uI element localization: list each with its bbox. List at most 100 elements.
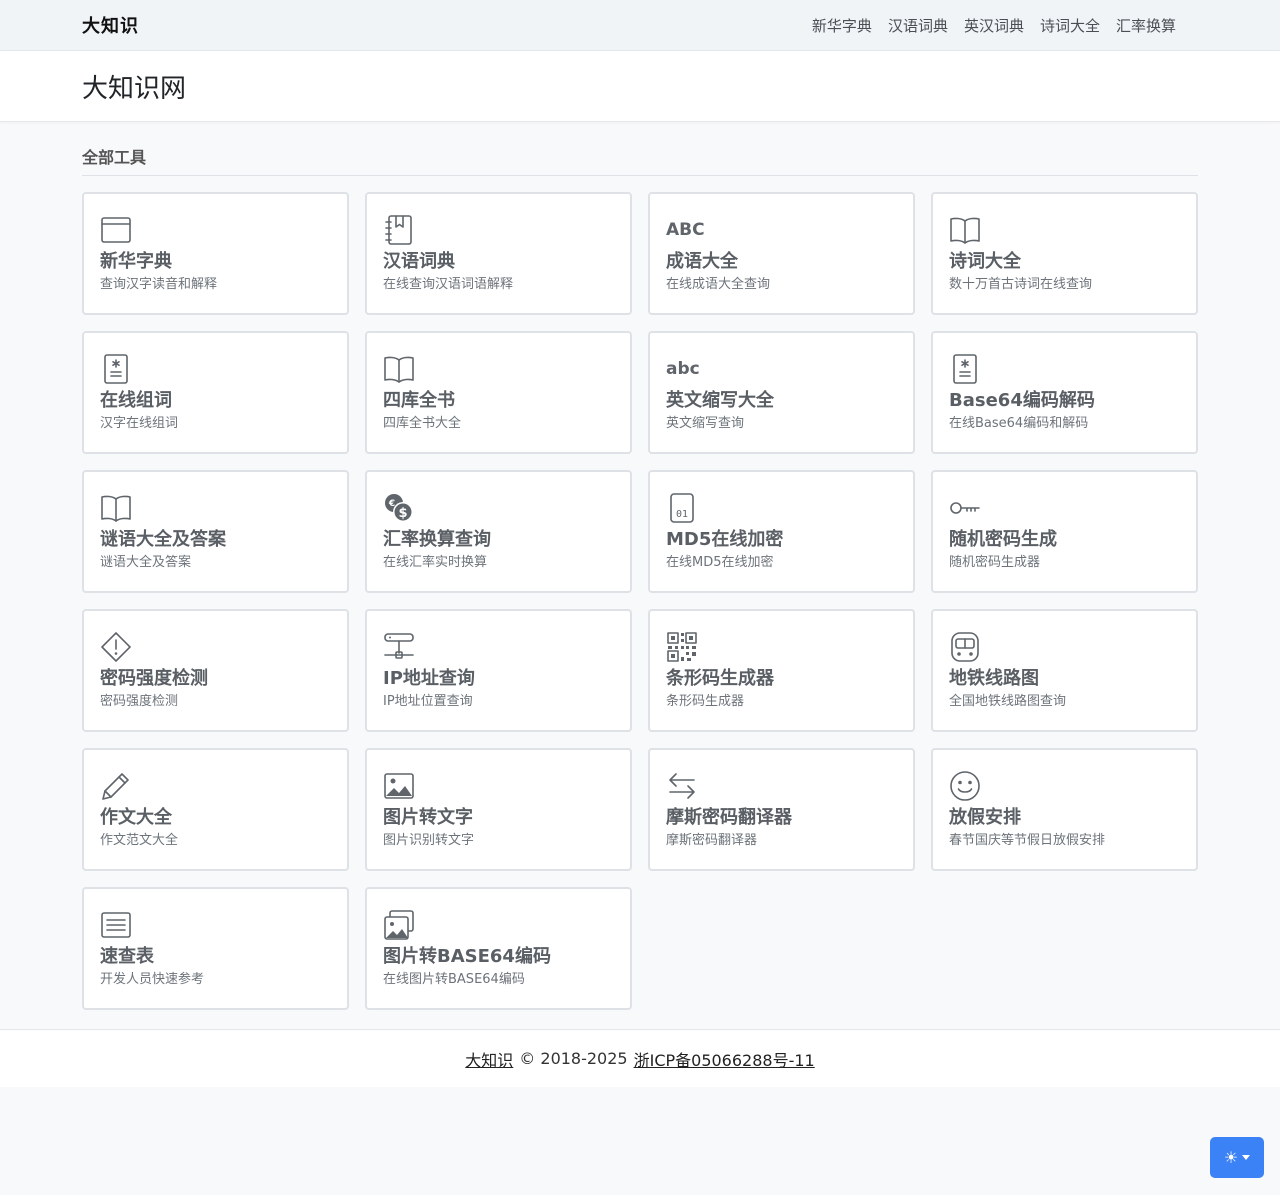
tool-title: 密码强度检测: [100, 668, 208, 689]
caret-down-icon: [1242, 1155, 1251, 1160]
tool-description: 数十万首古诗词在线查询: [949, 277, 1093, 292]
nav-link-huilv[interactable]: 汇率换算: [1116, 15, 1176, 36]
tool-card[interactable]: 地铁线路图 全国地铁线路图查询: [931, 609, 1198, 732]
tool-title: IP地址查询: [383, 668, 475, 689]
tool-title: Base64编码解码: [949, 390, 1095, 411]
footer-brand-link[interactable]: 大知识: [465, 1047, 513, 1071]
tool-card[interactable]: 摩斯密码翻译器 摩斯密码翻译器: [648, 748, 915, 871]
tool-card[interactable]: 图片转文字 图片识别转文字: [365, 748, 632, 871]
tool-title: 诗词大全: [949, 251, 1021, 272]
svg-text:€: €: [388, 499, 395, 509]
tool-title: 新华字典: [100, 251, 172, 272]
tool-title: 放假安排: [949, 807, 1021, 828]
tool-card[interactable]: 汉语词典在线查询汉语词语解释: [365, 192, 632, 315]
tool-description: 作文范文大全: [100, 833, 179, 848]
brand-link[interactable]: 大知识: [82, 12, 139, 38]
tool-card[interactable]: 随机密码生成 随机密码生成器: [931, 470, 1198, 593]
tool-title: 谜语大全及答案: [100, 529, 226, 550]
tool-card[interactable]: ABC 成语大全在线成语大全查询: [648, 192, 915, 315]
tool-title: 汇率换算查询: [383, 529, 491, 550]
nav-link-xinhua[interactable]: 新华字典: [812, 15, 872, 36]
tool-description: 全国地铁线路图查询: [949, 694, 1067, 709]
nav-link-shici[interactable]: 诗词大全: [1040, 15, 1100, 36]
tool-description: 在线查询汉语词语解释: [383, 277, 514, 292]
open-book-icon: [383, 353, 419, 385]
tool-card[interactable]: IP地址查询 IP地址位置查询: [365, 609, 632, 732]
train-icon: [949, 631, 985, 663]
tool-card[interactable]: 诗词大全数十万首古诗词在线查询: [931, 192, 1198, 315]
tool-card[interactable]: 作文大全作文范文大全: [82, 748, 349, 871]
footer: 大知识 © 2018-2025 浙ICP备05066288号-11: [0, 1029, 1280, 1087]
tool-description: 英文缩写查询: [666, 416, 745, 431]
tool-title: MD5在线加密: [666, 529, 784, 550]
pencil-icon: [100, 770, 136, 802]
warning-diamond-icon: [100, 631, 136, 663]
window-icon: [100, 214, 136, 246]
tool-card[interactable]: 四库全书四库全书大全: [365, 331, 632, 454]
tool-card[interactable]: 01 MD5在线加密在线MD5在线加密: [648, 470, 915, 593]
tool-card[interactable]: 新华字典查询汉字读音和解释: [82, 192, 349, 315]
tool-description: 四库全书大全: [383, 416, 462, 431]
tool-title: 条形码生成器: [666, 668, 774, 689]
currency-exchange-icon: $ €: [383, 492, 419, 524]
tool-description: 在线Base64编码和解码: [949, 416, 1089, 431]
qr-code-icon: [666, 631, 702, 663]
main-content: 全部工具 新华字典 查询汉字读音和解释 汉语词典 在线查询汉语词语解释 ABC 成语大全在…: [82, 122, 1198, 1010]
tool-description: 在线图片转BASE64编码: [383, 972, 525, 987]
tool-title: 四库全书: [383, 390, 455, 411]
nav-link-hanyu[interactable]: 汉语词典: [888, 15, 948, 36]
tool-card[interactable]: 在线组词 汉字在线组词: [82, 331, 349, 454]
tool-card[interactable]: 条形码生成器 条形码生成器: [648, 609, 915, 732]
image-icon: [383, 770, 419, 802]
tool-title: 作文大全: [100, 807, 172, 828]
open-book-icon: [949, 214, 985, 246]
nav-link-yinghan[interactable]: 英汉词典: [964, 15, 1024, 36]
tool-card[interactable]: 图片转BASE64编码在线图片转BASE64编码: [365, 887, 632, 1010]
tool-description: IP地址位置查询: [383, 694, 473, 709]
tool-description: 在线成语大全查询: [666, 277, 771, 292]
tool-title: 图片转BASE64编码: [383, 946, 551, 967]
tool-card[interactable]: 密码强度检测 密码强度检测: [82, 609, 349, 732]
arrows-exchange-icon: [666, 770, 702, 802]
tool-card[interactable]: 谜语大全及答案 谜语大全及答案: [82, 470, 349, 593]
key-icon: [949, 492, 985, 524]
tool-title: 英文缩写大全: [666, 390, 774, 411]
file-binary-icon: 01: [666, 492, 702, 524]
tool-description: 开发人员快速参考: [100, 972, 205, 987]
network-icon: [383, 631, 419, 663]
tool-description: 在线MD5在线加密: [666, 555, 774, 570]
top-navbar: 大知识 新华字典 汉语词典 英汉词典 诗词大全 汇率换算: [0, 0, 1280, 51]
section-title: 全部工具: [82, 122, 1198, 176]
abc-uppercase-icon: ABC: [666, 220, 705, 240]
tool-card[interactable]: $ € 汇率换算查询在线汇率实时换算: [365, 470, 632, 593]
svg-text:$: $: [398, 506, 407, 521]
tool-card[interactable]: 速查表开发人员快速参考: [82, 887, 349, 1010]
tool-description: 汉字在线组词: [100, 416, 179, 431]
tool-title: 速查表: [100, 946, 154, 967]
tool-card[interactable]: Base64编码解码在线Base64编码和解码: [931, 331, 1198, 454]
tool-description: 春节国庆等节假日放假安排: [949, 833, 1106, 848]
tool-description: 谜语大全及答案: [100, 555, 192, 570]
page-title: 大知识网: [82, 73, 187, 104]
smile-icon: [949, 770, 985, 802]
tool-description: 密码强度检测: [100, 694, 179, 709]
tool-card[interactable]: 放假安排春节国庆等节假日放假安排: [931, 748, 1198, 871]
tool-title: 图片转文字: [383, 807, 473, 828]
journal-bookmark-icon: [383, 214, 419, 246]
open-book-icon: [100, 492, 136, 524]
theme-toggle-button[interactable]: ☀: [1210, 1137, 1264, 1178]
nav-links: 新华字典 汉语词典 英汉词典 诗词大全 汇率换算: [812, 15, 1176, 36]
footer-icp-link[interactable]: 浙ICP备05066288号-11: [634, 1047, 815, 1071]
text-lines-icon: [100, 909, 136, 941]
tool-title: 汉语词典: [383, 251, 455, 272]
tool-description: 摩斯密码翻译器: [666, 833, 758, 848]
images-icon: [383, 909, 419, 941]
tool-title: 摩斯密码翻译器: [666, 807, 792, 828]
file-medical-icon: [949, 353, 985, 385]
tool-description: 查询汉字读音和解释: [100, 277, 218, 292]
footer-copyright: © 2018-2025: [519, 1049, 628, 1068]
page-header: 大知识网: [0, 51, 1280, 122]
tool-title: 成语大全: [666, 251, 738, 272]
tool-description: 在线汇率实时换算: [383, 555, 488, 570]
tool-card[interactable]: abc 英文缩写大全 英文缩写查询: [648, 331, 915, 454]
